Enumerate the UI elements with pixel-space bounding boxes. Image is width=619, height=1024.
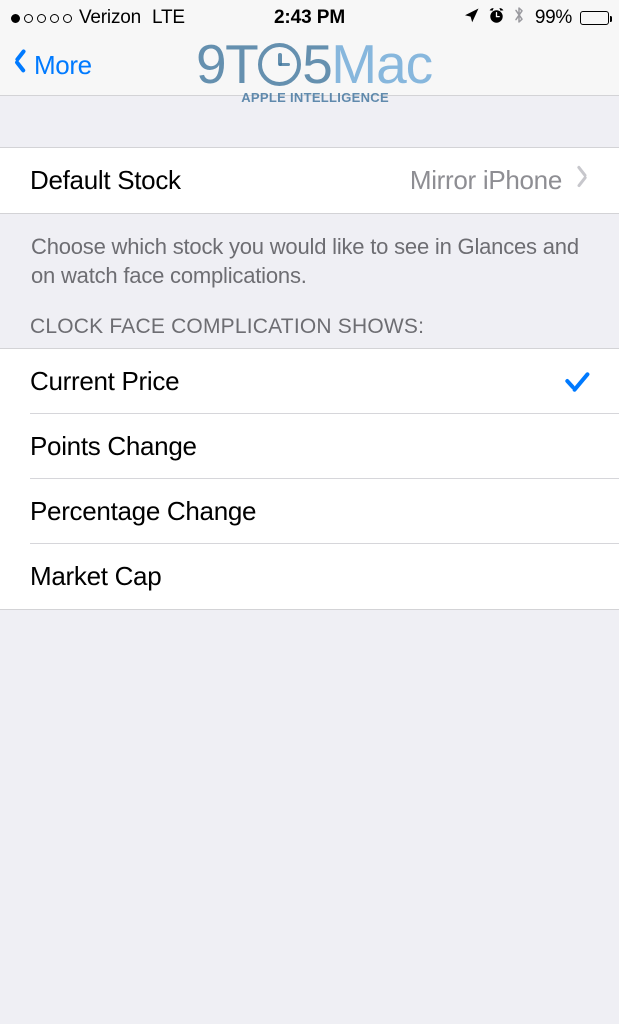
clock-face-icon [258,43,301,86]
default-stock-section: Default Stock Mirror iPhone [0,147,619,214]
navigation-bar: More 9T 5 Mac APPLE INTELLIGENCE [0,36,619,96]
status-bar-left: Verizon LTE [0,7,185,29]
complication-options-list: Current Price Points Change Percentage C… [0,348,619,610]
location-arrow-icon [463,7,480,30]
signal-dot-2 [24,14,33,23]
battery-percentage: 99% [535,7,572,29]
watermark-wordmark: 9T 5 Mac [196,39,432,89]
top-spacer [0,96,619,147]
default-stock-value: Mirror iPhone [410,165,562,196]
back-button[interactable]: More [0,50,92,81]
site-watermark-logo: 9T 5 Mac APPLE INTELLIGENCE [196,39,432,105]
list-item-points-change[interactable]: Points Change [0,414,619,479]
settings-screen: Verizon LTE 2:43 PM 99% [0,0,619,1024]
section-footer-text: Choose which stock you would like to see… [0,214,619,290]
list-item-market-cap[interactable]: Market Cap [0,544,619,609]
row-default-stock[interactable]: Default Stock Mirror iPhone [0,148,619,213]
option-label: Points Change [30,431,603,462]
option-label: Current Price [30,366,563,397]
signal-dot-1 [11,14,20,23]
list-item-percentage-change[interactable]: Percentage Change [0,479,619,544]
option-label: Percentage Change [30,496,603,527]
signal-dot-4 [50,14,59,23]
watermark-text-5: 5 [302,37,331,92]
battery-icon [580,11,609,25]
checkmark-icon [563,369,589,395]
status-bar: Verizon LTE 2:43 PM 99% [0,0,619,36]
complication-section-header: CLOCK FACE COMPLICATION SHOWS: [0,290,619,348]
chevron-left-icon [14,54,27,77]
signal-dot-3 [37,14,46,23]
signal-dot-5 [63,14,72,23]
network-type-label: LTE [152,7,185,29]
bluetooth-icon [513,6,525,30]
chevron-right-icon [576,171,587,191]
carrier-name: Verizon [79,7,141,29]
signal-strength-dots [11,14,72,23]
alarm-clock-icon [488,7,505,30]
default-stock-label: Default Stock [30,165,410,196]
back-button-label: More [34,50,92,81]
status-bar-right: 99% [463,6,609,30]
watermark-text-mac: Mac [331,37,432,92]
watermark-text-9t: 9T [196,37,257,92]
list-item-current-price[interactable]: Current Price [0,349,619,414]
empty-background-area [0,610,619,1024]
option-label: Market Cap [30,561,603,592]
